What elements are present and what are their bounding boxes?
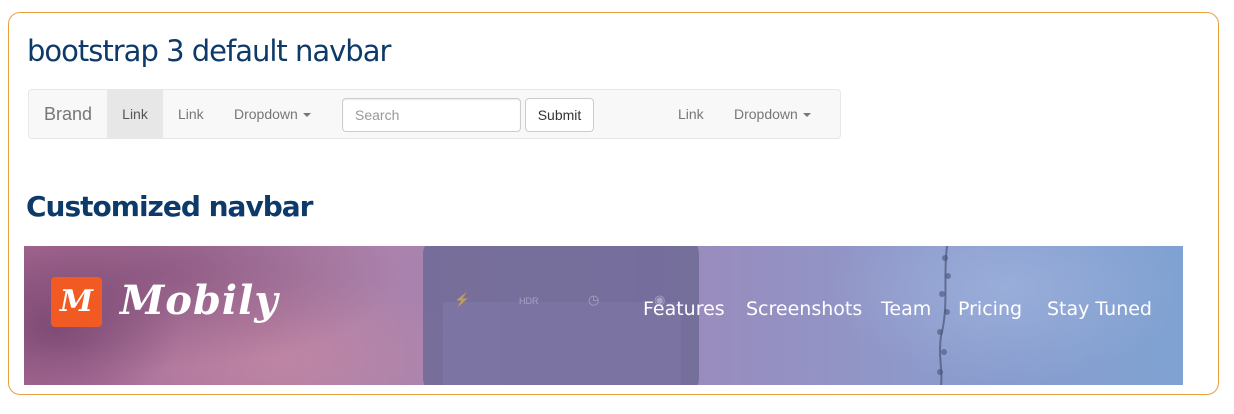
mobily-logo-icon[interactable]: M (51, 277, 102, 327)
mobily-logo-text[interactable]: Mobily (120, 276, 279, 326)
navbar-brand-link[interactable]: Brand (44, 90, 92, 138)
submit-button[interactable]: Submit (525, 98, 594, 132)
dropdown-label: Dropdown (234, 106, 298, 122)
nav-dropdown-toggle-right[interactable]: Dropdown (734, 90, 811, 138)
nav-dropdown-toggle[interactable]: Dropdown (234, 90, 311, 138)
bootstrap-default-navbar: Brand Link Link Dropdown Submit Link Dro… (28, 89, 841, 139)
nav-link-stay-tuned[interactable]: Stay Tuned (1047, 298, 1152, 320)
custom-navbar: ⚡ HDR ◷ ◉ M Mobily Features Screenshots … (24, 246, 1183, 385)
nav-link-pricing[interactable]: Pricing (958, 298, 1022, 320)
dropdown-label-right: Dropdown (734, 106, 798, 122)
nav-link-right[interactable]: Link (678, 90, 704, 138)
default-navbar-heading: bootstrap 3 default navbar (27, 34, 391, 68)
timer-icon: ◷ (588, 292, 600, 307)
flash-off-icon: ⚡ (454, 292, 471, 307)
nav-link-active[interactable]: Link (107, 90, 163, 138)
background-plant (937, 246, 951, 385)
caret-down-icon (302, 113, 311, 118)
custom-navbar-heading: Customized navbar (26, 190, 313, 223)
caret-down-icon (802, 113, 811, 118)
hdr-icon: HDR (519, 296, 539, 306)
search-input[interactable] (342, 98, 521, 132)
nav-link[interactable]: Link (178, 90, 204, 138)
nav-link-features[interactable]: Features (643, 298, 725, 320)
nav-link-screenshots[interactable]: Screenshots (746, 298, 862, 320)
nav-link-team[interactable]: Team (881, 298, 931, 320)
